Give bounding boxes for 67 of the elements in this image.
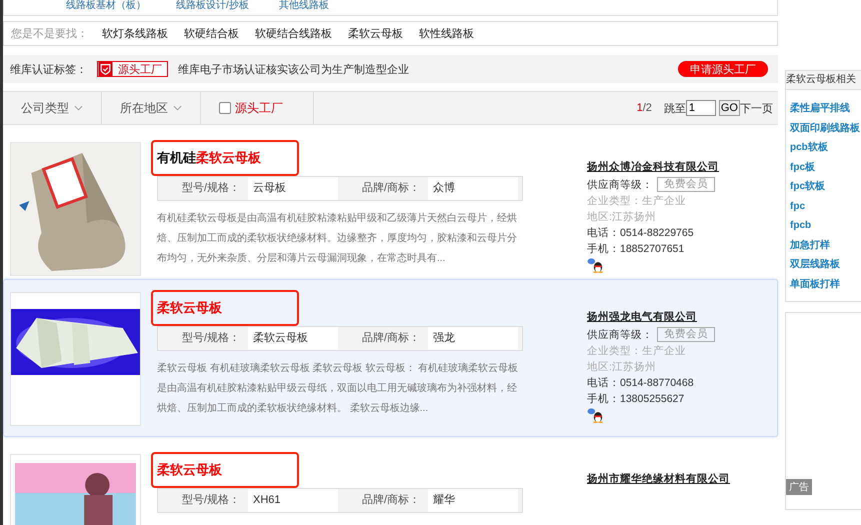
spec-label: 品牌/商标： bbox=[360, 180, 421, 196]
product-title[interactable]: 柔软云母板 bbox=[157, 299, 222, 317]
product-title[interactable]: 柔软云母板 bbox=[157, 461, 222, 479]
spec-label: 品牌/商标： bbox=[360, 492, 421, 508]
company-type: 企业类型：生产企业 bbox=[587, 194, 687, 208]
phone-number: 电话：0514-88229765 bbox=[587, 226, 695, 240]
company-region: 地区:江苏扬州 bbox=[587, 360, 657, 374]
certification-description: 维库电子市场认证核实该公司为生产制造型企业 bbox=[178, 62, 409, 76]
spec-value: 耀华 bbox=[428, 489, 518, 512]
spec-value: 强龙 bbox=[428, 327, 518, 350]
spec-value: 柔软云母板 bbox=[248, 327, 338, 350]
page-input[interactable]: 1 bbox=[686, 100, 716, 116]
related-link[interactable]: pcb软板 bbox=[786, 138, 861, 158]
category-link[interactable]: 线路板基材（板） bbox=[66, 0, 146, 12]
spec-value: 云母板 bbox=[248, 177, 338, 200]
supplier-level-label: 供应商等级： bbox=[587, 328, 653, 342]
company-name-link[interactable]: 扬州众博冶金科技有限公司 bbox=[587, 160, 719, 174]
page-total: /2 bbox=[642, 102, 652, 114]
phone-number: 电话：0514-88770468 bbox=[587, 376, 695, 390]
factory-checkbox[interactable]: 源头工厂 bbox=[219, 92, 314, 124]
spec-label: 型号/规格： bbox=[180, 331, 241, 346]
company-name-link[interactable]: 扬州市耀华绝缘材料有限公司 bbox=[587, 472, 730, 486]
jump-label: 跳至 bbox=[664, 102, 686, 116]
badge-label: 源头工厂 bbox=[117, 62, 163, 76]
company-type: 企业类型：生产企业 bbox=[587, 344, 687, 358]
spec-value: XH61 bbox=[248, 489, 338, 512]
ad-label: 广告 bbox=[786, 479, 812, 495]
mobile-number: 手机：13805255627 bbox=[587, 392, 686, 406]
suggestion-link[interactable]: 软硬结合板 bbox=[184, 26, 239, 41]
product-title[interactable]: 有机硅柔软云母板 bbox=[157, 149, 261, 167]
suggestion-link[interactable]: 软灯条线路板 bbox=[102, 26, 168, 41]
company-region: 地区:江苏扬州 bbox=[587, 210, 657, 224]
spec-label: 型号/规格： bbox=[180, 181, 241, 196]
related-link[interactable]: fpcb bbox=[786, 216, 861, 236]
current-page: 1 bbox=[636, 102, 643, 114]
related-link[interactable]: 加急打样 bbox=[786, 236, 861, 255]
related-link[interactable]: 柔性扁平排线 bbox=[786, 99, 861, 118]
suggestion-label: 您是不是要找： bbox=[11, 27, 88, 41]
product-description: 有机硅柔软云母板是由高温有机硅胶粘漆粘贴甲级和乙级薄片天然白云母片，经烘焙、压制加工而成的柔软板状绝缘材料。边缘整齐，厚度均匀，胶粘漆和云母片分布均匀，无外来杂质、分层和薄片云母漏洞现象，在常态时具有... bbox=[157, 212, 518, 266]
filter-dropdown[interactable]: 所在地区 bbox=[102, 92, 201, 124]
spec-label: 型号/规格： bbox=[180, 493, 241, 508]
filter-dropdown[interactable]: 公司类型 bbox=[3, 92, 102, 124]
product-description: 柔软云母板 有机硅玻璃柔软云母板 柔软云母板 软云母板： 有机硅玻璃柔软云母板是由高温有机硅胶粘漆粘贴甲级云母纸，双面以电工用无碱玻璃布为补强材料，经烘焙、压制加工而成的柔软板状绝缘材料。 柔软云母板边缘... bbox=[157, 362, 520, 416]
apply-button[interactable]: 申请源头工厂 bbox=[678, 61, 768, 77]
spec-label: 品牌/商标： bbox=[360, 330, 421, 346]
go-button[interactable]: GO bbox=[718, 100, 740, 116]
member-badge: 免费会员 bbox=[657, 327, 715, 342]
category-link[interactable]: 线路板设计/抄板 bbox=[176, 0, 249, 12]
related-link[interactable]: fpc板 bbox=[786, 158, 861, 177]
suggestion-link[interactable]: 软硬结合线路板 bbox=[255, 26, 332, 41]
suggestion-link[interactable]: 软性线路板 bbox=[419, 26, 474, 41]
related-link[interactable]: fpc软板 bbox=[786, 177, 861, 196]
related-link[interactable]: 单面板打样 bbox=[786, 274, 861, 294]
spec-value: 众博 bbox=[428, 177, 518, 200]
panel-title: 柔软云母板相关 bbox=[786, 71, 861, 90]
related-link[interactable]: 双面印刷线路板 bbox=[786, 118, 861, 138]
certification-label: 维库认证标签： bbox=[10, 62, 87, 76]
next-page-link[interactable]: 下一页 bbox=[740, 100, 773, 116]
category-link[interactable]: 其他线路板 bbox=[278, 0, 329, 12]
supplier-level-label: 供应商等级： bbox=[587, 178, 653, 192]
member-badge: 免费会员 bbox=[657, 177, 715, 192]
related-link[interactable]: 双层线路板 bbox=[786, 255, 861, 274]
related-link[interactable]: fpc bbox=[786, 196, 861, 216]
checkbox-label: 源头工厂 bbox=[235, 100, 283, 116]
suggestion-link[interactable]: 柔软云母板 bbox=[348, 26, 403, 41]
company-name-link[interactable]: 扬州强龙电气有限公司 bbox=[587, 310, 715, 324]
mobile-number: 手机：18852707651 bbox=[587, 242, 686, 256]
